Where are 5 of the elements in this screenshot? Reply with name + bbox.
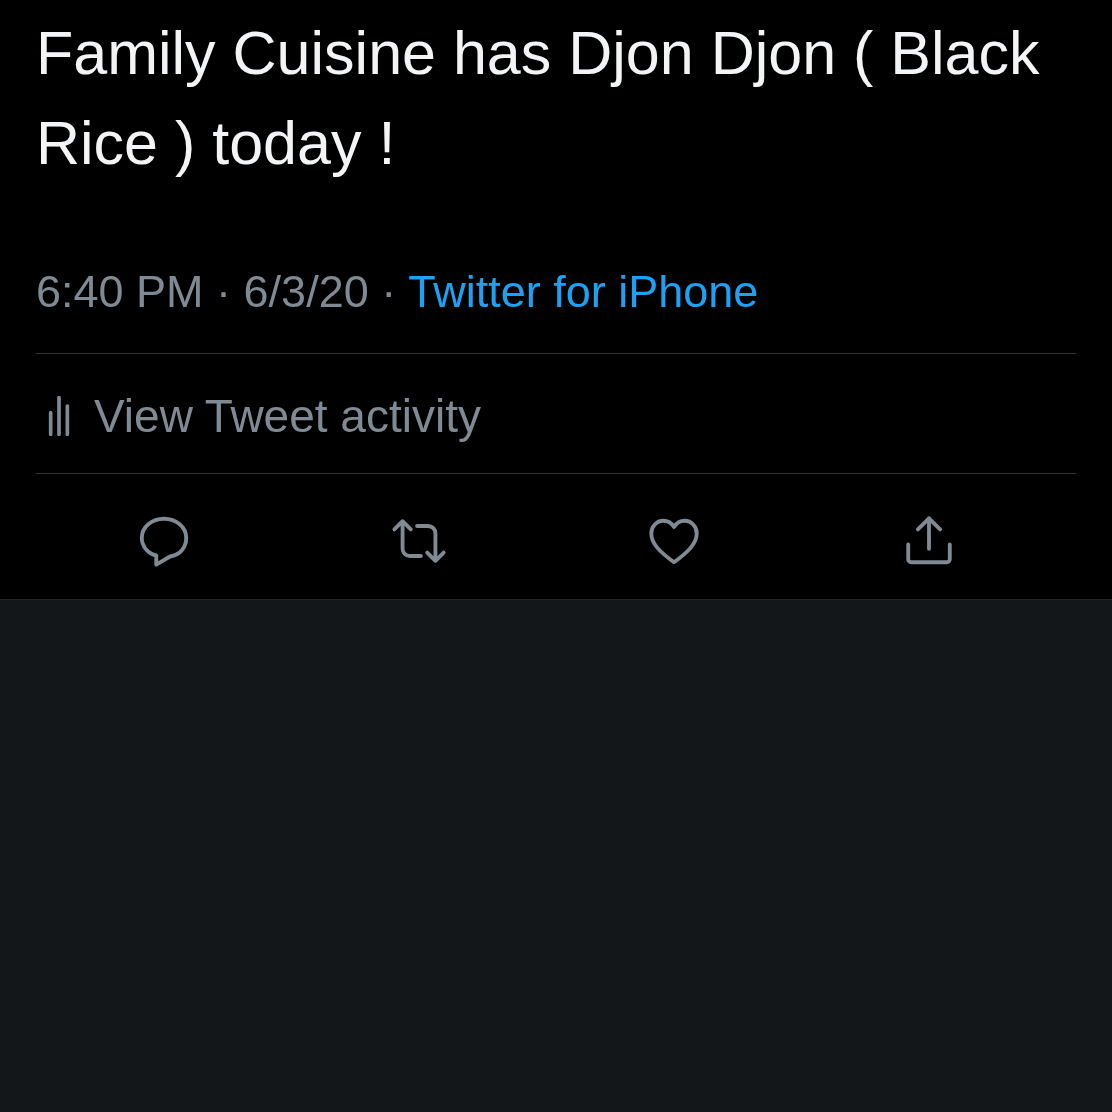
bar-chart-icon [46, 396, 72, 436]
tweet-timestamp: 6:40 PM · 6/3/20 · [36, 265, 397, 319]
tweet-text: Family Cuisine has Djon Djon ( Black Rice ) today ! [36, 18, 1041, 179]
source-link[interactable]: Twitter for iPhone [408, 262, 759, 322]
tweet-activity-link[interactable]: View Tweet activity [36, 386, 481, 446]
